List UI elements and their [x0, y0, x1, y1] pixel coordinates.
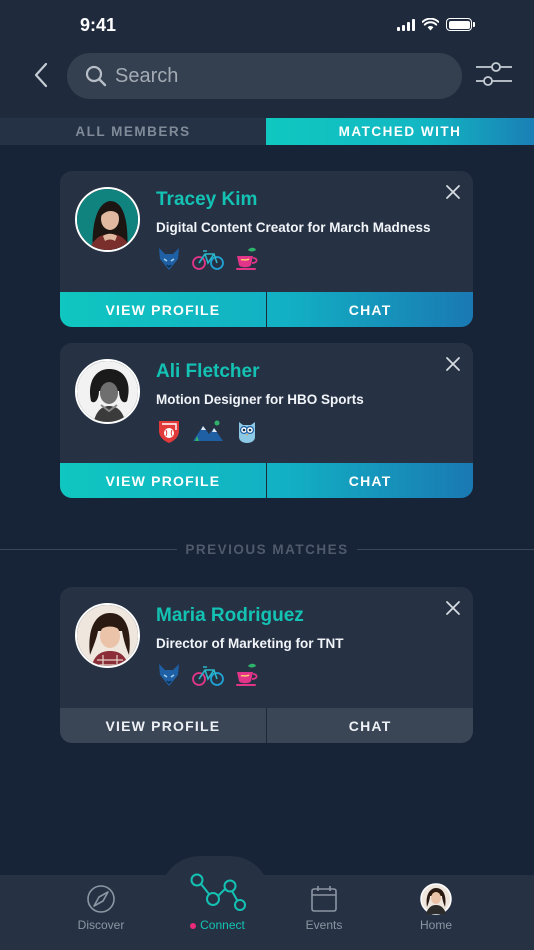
card-actions: VIEW PROFILE CHAT: [60, 708, 473, 743]
baseball-shield-icon: [159, 421, 179, 443]
member-name[interactable]: Tracey Kim: [156, 189, 257, 211]
member-title: Director of Marketing for TNT: [156, 636, 344, 651]
close-icon: [446, 357, 460, 371]
status-icons: [397, 18, 475, 31]
mountains-icon: [193, 420, 223, 441]
dismiss-button[interactable]: [444, 355, 462, 373]
nav-label-text: Connect: [200, 918, 245, 932]
divider-line: [0, 548, 178, 550]
header: [0, 50, 534, 118]
nav-label: Home: [419, 918, 452, 932]
match-card: Tracey Kim Digital Content Creator for M…: [60, 171, 473, 327]
calendar-icon: [311, 886, 337, 912]
search-icon: [85, 65, 107, 87]
match-card: Ali Fletcher Motion Designer for HBO Spo…: [60, 343, 473, 498]
section-label: PREVIOUS MATCHES: [185, 541, 349, 557]
owl-icon: [239, 422, 255, 443]
tab-all-members[interactable]: ALL MEMBERS: [0, 118, 266, 145]
avatar[interactable]: [75, 187, 140, 252]
profile-photo-maria: [77, 605, 138, 666]
member-name[interactable]: Maria Rodriguez: [156, 605, 304, 627]
member-title: Digital Content Creator for March Madnes…: [156, 220, 431, 235]
search-bar[interactable]: [67, 53, 462, 99]
tab-matched-with[interactable]: MATCHED WITH: [266, 118, 534, 145]
compass-icon: [87, 885, 115, 913]
chevron-left-icon: [34, 62, 48, 88]
profile-avatar-icon: [420, 883, 452, 915]
nav-item-home[interactable]: Home: [408, 875, 464, 950]
avatar[interactable]: [75, 603, 140, 668]
wifi-icon: [422, 18, 439, 31]
previous-match-card: Maria Rodriguez Director of Marketing fo…: [60, 587, 473, 743]
search-input[interactable]: [115, 64, 415, 88]
avatar[interactable]: [75, 359, 140, 424]
notification-dot: [190, 922, 197, 929]
member-tabs: ALL MEMBERS MATCHED WITH: [0, 118, 534, 145]
back-button[interactable]: [26, 58, 56, 92]
status-bar: 9:41: [0, 0, 534, 50]
wolf-icon: [159, 248, 179, 270]
view-profile-button[interactable]: VIEW PROFILE: [60, 463, 266, 498]
member-title: Motion Designer for HBO Sports: [156, 392, 364, 407]
member-name[interactable]: Ali Fletcher: [156, 361, 259, 383]
bottom-nav: Discover Connect Events Home: [0, 873, 534, 950]
filter-button[interactable]: [474, 60, 514, 90]
profile-photo-ali: [77, 361, 138, 422]
nav-item-events[interactable]: Events: [296, 875, 352, 950]
interest-badges: [156, 418, 260, 444]
cellular-signal-icon: [397, 18, 415, 31]
nav-label: Discover: [77, 918, 125, 932]
teacup-icon: [236, 663, 258, 686]
bicycle-icon: [192, 666, 224, 686]
battery-icon: [446, 18, 475, 31]
card-actions: VIEW PROFILE CHAT: [60, 463, 473, 498]
card-actions: VIEW PROFILE CHAT: [60, 292, 473, 327]
chat-button[interactable]: CHAT: [267, 463, 473, 498]
status-time: 9:41: [80, 15, 117, 35]
previous-matches-divider: PREVIOUS MATCHES: [0, 540, 534, 558]
nav-item-connect[interactable]: Connect: [175, 873, 260, 950]
wolf-icon: [159, 664, 179, 686]
chat-button[interactable]: CHAT: [267, 708, 473, 743]
view-profile-button[interactable]: VIEW PROFILE: [60, 708, 266, 743]
dismiss-button[interactable]: [444, 599, 462, 617]
teacup-icon: [236, 247, 258, 270]
interest-badges: [156, 246, 260, 272]
interest-badges: [156, 662, 260, 688]
nav-label: Events: [305, 918, 343, 932]
close-icon: [446, 601, 460, 615]
sliders-icon: [476, 62, 512, 86]
bicycle-icon: [192, 250, 224, 270]
divider-line: [356, 548, 534, 550]
chat-button[interactable]: CHAT: [267, 292, 473, 327]
close-icon: [446, 185, 460, 199]
nav-item-discover[interactable]: Discover: [67, 875, 135, 950]
dismiss-button[interactable]: [444, 183, 462, 201]
view-profile-button[interactable]: VIEW PROFILE: [60, 292, 266, 327]
network-nodes-icon: [190, 873, 246, 911]
profile-photo-tracey: [77, 189, 138, 250]
nav-label: Connect: [190, 918, 245, 932]
